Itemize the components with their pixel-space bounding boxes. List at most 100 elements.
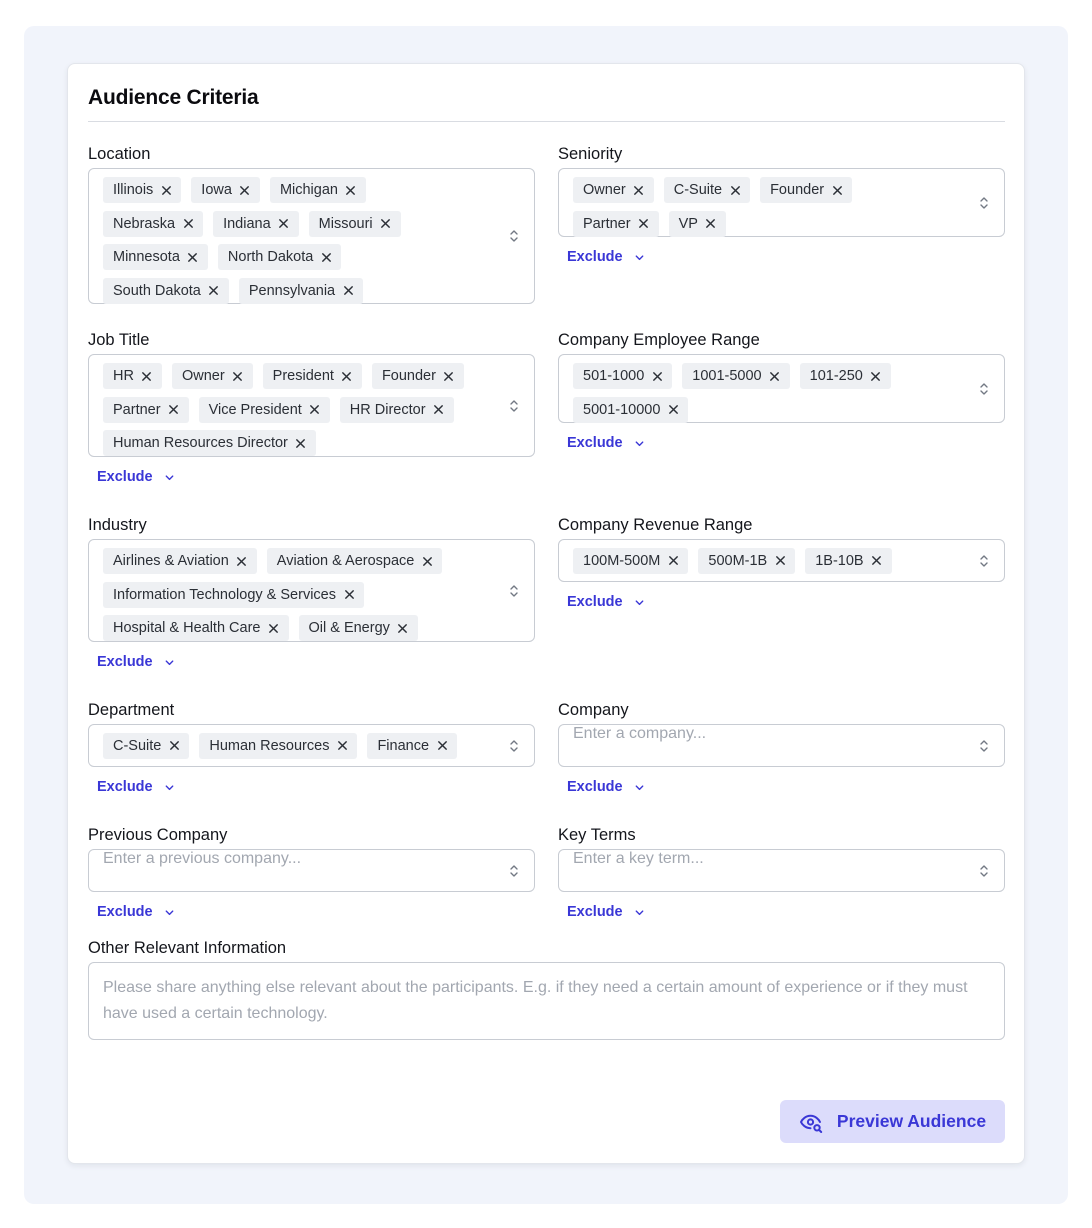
selected-chip: 101-250 <box>799 363 891 389</box>
selected-chip: C-Suite <box>103 732 190 759</box>
department-exclude-toggle[interactable]: Exclude <box>97 779 175 795</box>
audience-criteria-card: Audience Criteria Location Illinois Iowa M… <box>67 63 1025 1164</box>
chip-label: Vice President <box>208 401 302 418</box>
remove-chip-icon[interactable] <box>432 736 452 756</box>
seniority-exclude-toggle[interactable]: Exclude <box>567 249 645 265</box>
remove-chip-icon[interactable] <box>204 281 224 301</box>
chip-label: C-Suite <box>673 182 723 198</box>
job-title-multiselect[interactable]: HR Owner President Founder Partner Vice Presi… <box>88 354 535 457</box>
remove-chip-icon[interactable] <box>137 366 157 386</box>
job-title-label: Job Title <box>88 331 150 349</box>
remove-chip-icon[interactable] <box>183 247 203 267</box>
previous-company-field: Previous Company Enter a previous compan… <box>88 825 535 921</box>
remove-chip-icon[interactable] <box>264 618 284 638</box>
selected-chip: Vice President <box>198 396 330 423</box>
remove-chip-icon[interactable] <box>274 214 294 234</box>
chevron-up-down-icon[interactable] <box>978 195 990 211</box>
industry-label: Industry <box>88 516 147 534</box>
revenue-range-multiselect[interactable]: 100M-500M 500M-1B 1B-10B <box>558 539 1005 582</box>
company-input[interactable]: Enter a company... <box>558 724 1005 767</box>
remove-chip-icon[interactable] <box>337 366 357 386</box>
chevron-down-icon <box>153 472 175 483</box>
employee-range-exclude-toggle[interactable]: Exclude <box>567 435 645 451</box>
employee-range-multiselect[interactable]: 501-1000 1001-5000 101-250 5001-10000 <box>558 354 1005 423</box>
remove-chip-icon[interactable] <box>867 551 887 571</box>
chevron-up-down-icon[interactable] <box>978 553 990 569</box>
chip-label: 500M-1B <box>708 552 768 569</box>
department-field: Department C-Suite Human Resources Finance… <box>88 700 535 796</box>
remove-chip-icon[interactable] <box>663 400 683 420</box>
remove-chip-icon[interactable] <box>339 585 359 605</box>
selected-chip: 100M-500M <box>573 547 689 574</box>
chevron-up-down-icon[interactable] <box>508 228 520 244</box>
revenue-range-label: Company Revenue Range <box>558 516 753 534</box>
remove-chip-icon[interactable] <box>341 180 361 200</box>
chip-label: HR <box>113 368 134 384</box>
remove-chip-icon[interactable] <box>429 400 449 420</box>
remove-chip-icon[interactable] <box>291 433 311 453</box>
exclude-label: Exclude <box>567 779 623 795</box>
remove-chip-icon[interactable] <box>376 214 396 234</box>
remove-chip-icon[interactable] <box>629 180 649 200</box>
department-multiselect[interactable]: C-Suite Human Resources Finance <box>88 724 535 767</box>
remove-chip-icon[interactable] <box>866 366 886 386</box>
remove-chip-icon[interactable] <box>634 214 654 234</box>
chip-label: Nebraska <box>113 215 176 232</box>
key-terms-input[interactable]: Enter a key term... <box>558 849 1005 892</box>
remove-chip-icon[interactable] <box>232 551 252 571</box>
remove-chip-icon[interactable] <box>393 618 413 638</box>
remove-chip-icon[interactable] <box>228 366 248 386</box>
remove-chip-icon[interactable] <box>827 180 847 200</box>
company-exclude-toggle[interactable]: Exclude <box>567 779 645 795</box>
chevron-up-down-icon[interactable] <box>508 738 520 754</box>
preview-audience-button[interactable]: Preview Audience <box>780 1100 1005 1143</box>
chip-label: Illinois <box>113 182 154 198</box>
chevron-up-down-icon[interactable] <box>508 398 520 414</box>
chevron-down-icon <box>623 907 645 918</box>
industry-multiselect[interactable]: Airlines & Aviation Aviation & Aerospace I… <box>88 539 535 642</box>
remove-chip-icon[interactable] <box>235 180 255 200</box>
key-terms-placeholder: Enter a key term... <box>573 850 704 867</box>
remove-chip-icon[interactable] <box>178 214 198 234</box>
other-info-textarea[interactable]: Please share anything else relevant abou… <box>88 962 1005 1040</box>
revenue-range-exclude-toggle[interactable]: Exclude <box>567 594 645 610</box>
remove-chip-icon[interactable] <box>417 551 437 571</box>
exclude-label: Exclude <box>97 654 153 670</box>
industry-exclude-toggle[interactable]: Exclude <box>97 654 175 670</box>
chevron-up-down-icon[interactable] <box>978 381 990 397</box>
remove-chip-icon[interactable] <box>338 281 358 301</box>
chip-label: C-Suite <box>113 737 162 754</box>
chevron-up-down-icon[interactable] <box>508 863 520 879</box>
selected-chip: Founder <box>760 177 853 203</box>
remove-chip-icon[interactable] <box>305 400 325 420</box>
chip-label: Missouri <box>318 215 373 232</box>
remove-chip-icon[interactable] <box>316 247 336 267</box>
remove-chip-icon[interactable] <box>725 180 745 200</box>
key-terms-exclude-toggle[interactable]: Exclude <box>567 904 645 920</box>
remove-chip-icon[interactable] <box>156 180 176 200</box>
selected-chip: Airlines & Aviation <box>103 548 257 574</box>
remove-chip-icon[interactable] <box>164 736 184 756</box>
location-multiselect[interactable]: Illinois Iowa Michigan Nebraska Indiana Misso… <box>88 168 535 304</box>
remove-chip-icon[interactable] <box>765 366 785 386</box>
chevron-down-icon <box>623 597 645 608</box>
remove-chip-icon[interactable] <box>164 400 184 420</box>
previous-company-placeholder: Enter a previous company... <box>103 850 302 867</box>
remove-chip-icon[interactable] <box>439 366 459 386</box>
remove-chip-icon[interactable] <box>770 551 790 571</box>
chevron-up-down-icon[interactable] <box>508 583 520 599</box>
seniority-multiselect[interactable]: Owner C-Suite Founder Partner VP <box>558 168 1005 237</box>
chip-label: Pennsylvania <box>248 282 336 299</box>
job-title-exclude-toggle[interactable]: Exclude <box>97 469 175 485</box>
chevron-up-down-icon[interactable] <box>978 863 990 879</box>
remove-chip-icon[interactable] <box>701 214 721 234</box>
chevron-up-down-icon[interactable] <box>978 738 990 754</box>
previous-company-label: Previous Company <box>88 826 228 844</box>
remove-chip-icon[interactable] <box>647 366 667 386</box>
employee-range-label: Company Employee Range <box>558 331 760 349</box>
previous-company-input[interactable]: Enter a previous company... <box>88 849 535 892</box>
previous-company-exclude-toggle[interactable]: Exclude <box>97 904 175 920</box>
remove-chip-icon[interactable] <box>332 736 352 756</box>
remove-chip-icon[interactable] <box>663 551 683 571</box>
selected-chip: Partner <box>103 396 189 423</box>
